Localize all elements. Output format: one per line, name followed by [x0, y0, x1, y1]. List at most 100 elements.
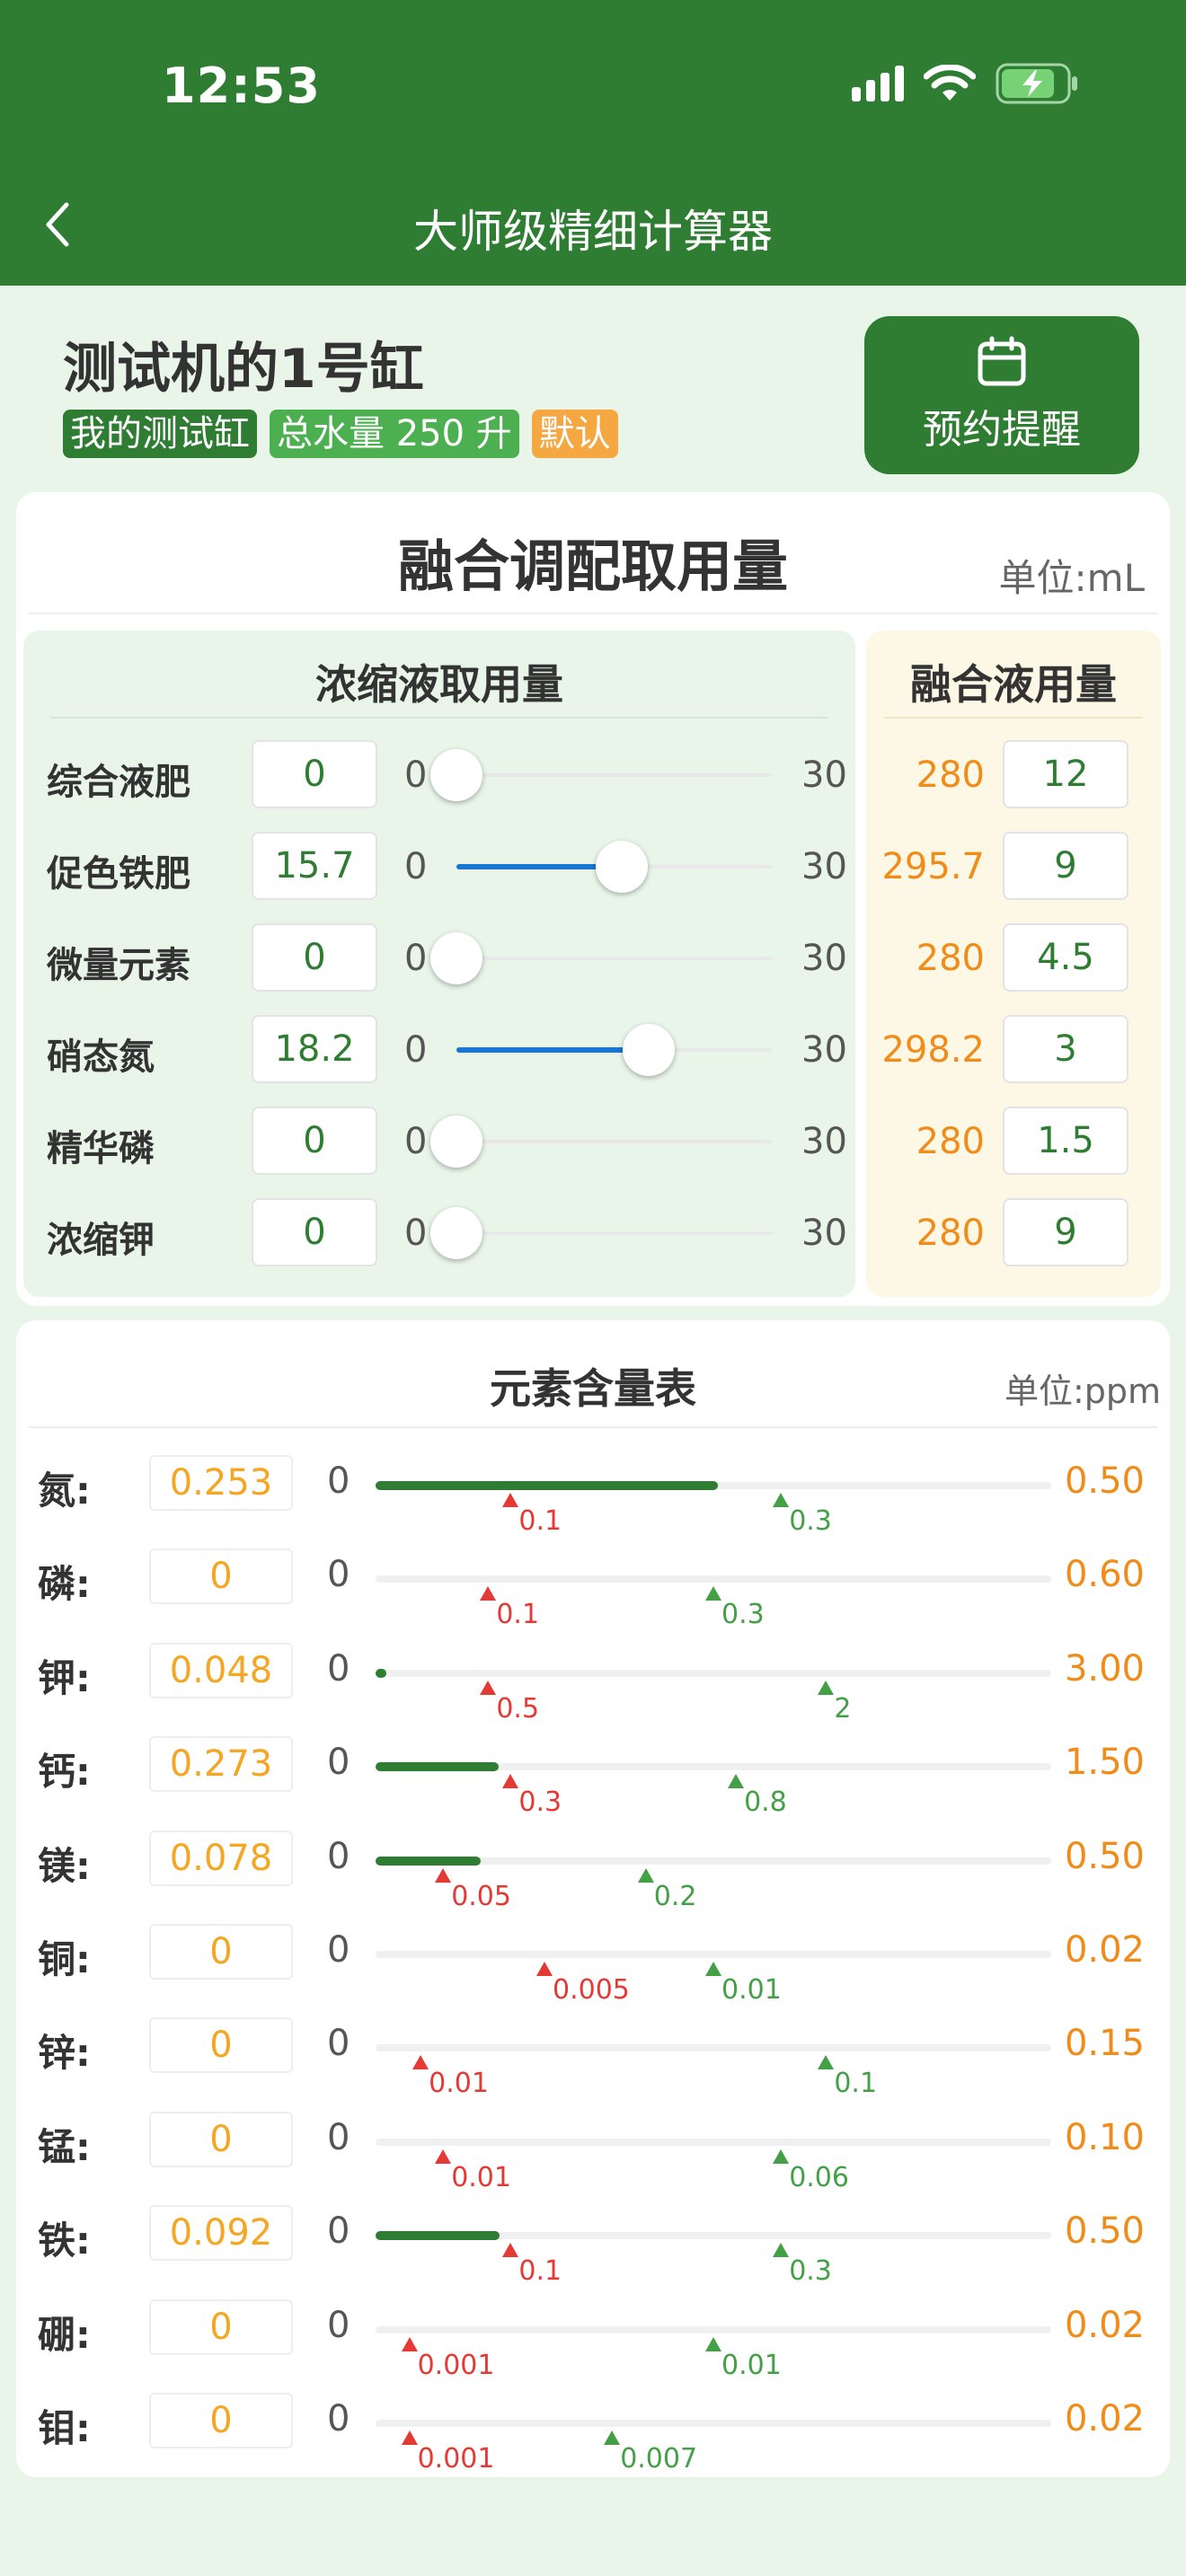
- slider-max-label: 30: [801, 1029, 847, 1071]
- element-label: 镁:: [38, 1843, 91, 1888]
- status-time: 12:53: [162, 57, 321, 114]
- fusion-total: 298.2: [881, 1029, 985, 1071]
- element-min-label: 0: [327, 2304, 350, 2346]
- element-low-marker: 0.001: [401, 2430, 494, 2475]
- page-title: 大师级精细计算器: [413, 206, 773, 258]
- element-max-label: 0.02: [1064, 2398, 1145, 2439]
- wifi-icon: [924, 65, 976, 102]
- element-label: 锰:: [38, 2124, 91, 2169]
- signal-icon: [852, 66, 904, 101]
- slider-track[interactable]: [456, 1231, 773, 1235]
- element-content-card: 元素含量表 单位:ppm 氮: 0.253 0 0.1 0.3 0.50 磷: 0 0 0.1 0.…: [16, 1320, 1170, 2477]
- element-value: 0.048: [149, 1642, 293, 1698]
- slider-min-label: 0: [404, 1029, 428, 1071]
- concentrate-value-input[interactable]: 0: [252, 1198, 377, 1266]
- element-low-marker: 0.1: [480, 1586, 539, 1630]
- concentrate-name: 浓缩钾: [47, 1220, 155, 1261]
- element-bar-fill: [376, 2231, 500, 2241]
- element-bar-track: [376, 2138, 1051, 2146]
- element-min-label: 0: [327, 1647, 350, 1689]
- fusion-row: 280 9: [866, 1196, 1161, 1268]
- fusion-row: 298.2 3: [866, 1013, 1161, 1085]
- element-bar-fill: [376, 1668, 387, 1678]
- fusion-total: 280: [916, 938, 985, 979]
- slider-track[interactable]: [456, 1140, 773, 1143]
- slider-thumb[interactable]: [622, 1024, 675, 1076]
- element-row: 氮: 0.253 0 0.1 0.3 0.50: [16, 1442, 1170, 1537]
- fusion-value-input[interactable]: 1.5: [1003, 1107, 1128, 1175]
- marker-label: 2: [834, 1692, 852, 1725]
- element-value: 0.273: [149, 1736, 293, 1793]
- element-low-marker: 0.3: [502, 1774, 562, 1818]
- element-min-label: 0: [327, 2116, 350, 2158]
- marker-label: 0.001: [417, 2443, 495, 2475]
- element-low-marker: 0.1: [502, 2243, 562, 2287]
- fusion-title: 融合调配取用量: [397, 534, 788, 599]
- concentrate-row: 综合液肥 0 0 30: [23, 738, 855, 810]
- element-label: 锌:: [38, 2031, 91, 2076]
- element-bar-track: [376, 1669, 1051, 1677]
- concentrate-name: 综合液肥: [47, 762, 190, 803]
- triangle-icon: [480, 1680, 497, 1695]
- element-max-label: 0.15: [1064, 2023, 1145, 2065]
- element-min-label: 0: [327, 1929, 350, 1971]
- element-max-label: 0.50: [1064, 2210, 1145, 2253]
- status-icons: [852, 63, 1078, 104]
- element-value: 0.078: [149, 1830, 293, 1886]
- concentrate-value-input[interactable]: 18.2: [252, 1015, 377, 1083]
- fusion-value-input[interactable]: 9: [1003, 1198, 1128, 1266]
- marker-label: 0.01: [721, 2349, 782, 2381]
- concentrate-value-input[interactable]: 0: [252, 1107, 377, 1175]
- element-bar-track: [376, 1575, 1051, 1584]
- marker-label: 0.05: [451, 1880, 511, 1912]
- element-row: 锌: 0 0 0.01 0.1 0.15: [16, 2005, 1170, 2099]
- concentrate-row: 微量元素 0 0 30: [23, 922, 855, 993]
- slider-thumb[interactable]: [430, 932, 482, 984]
- element-max-label: 0.02: [1064, 2304, 1145, 2346]
- triangle-icon: [705, 2336, 721, 2351]
- marker-label: 0.007: [620, 2443, 698, 2475]
- tank-tag-default: 默认: [531, 410, 618, 458]
- triangle-icon: [435, 2148, 452, 2164]
- slider-thumb[interactable]: [430, 1207, 482, 1259]
- slider-min-label: 0: [404, 846, 428, 887]
- element-low-marker: 0.5: [480, 1680, 539, 1725]
- element-value: 0.253: [149, 1455, 293, 1511]
- marker-label: 0.2: [653, 1880, 697, 1912]
- calendar-icon: [978, 336, 1026, 386]
- slider-track[interactable]: [456, 773, 773, 777]
- elements-unit: 单位:ppm: [1004, 1372, 1161, 1411]
- triangle-icon: [705, 1962, 721, 1976]
- slider-fill: [456, 1047, 649, 1053]
- slider-max-label: 30: [801, 938, 847, 979]
- marker-label: 0.3: [789, 2255, 832, 2288]
- fusion-header: 融合液用量: [910, 660, 1117, 709]
- concentrate-value-input[interactable]: 0: [252, 740, 377, 808]
- element-label: 钾:: [38, 1655, 91, 1700]
- slider-thumb[interactable]: [430, 749, 482, 801]
- element-high-marker: 0.007: [604, 2430, 697, 2475]
- fusion-panel: 融合液用量 280 12 295.7 9 280 4.5 298.2 3 280 1.5 280 9: [866, 631, 1161, 1297]
- fusion-total: 280: [916, 1213, 985, 1254]
- slider-track[interactable]: [456, 957, 773, 960]
- triangle-icon: [401, 2430, 418, 2445]
- fusion-value-input[interactable]: 4.5: [1003, 923, 1128, 992]
- slider-max-label: 30: [801, 1213, 847, 1254]
- slider-thumb[interactable]: [596, 841, 649, 893]
- triangle-icon: [705, 1586, 721, 1601]
- slider-max-label: 30: [801, 1121, 847, 1162]
- fusion-value-input[interactable]: 12: [1003, 740, 1128, 808]
- fusion-value-input[interactable]: 9: [1003, 832, 1128, 900]
- fusion-row: 295.7 9: [866, 830, 1161, 902]
- element-high-marker: 0.01: [705, 1962, 782, 2006]
- concentrate-value-input[interactable]: 0: [252, 923, 377, 992]
- tank-name: 测试机的1号缸: [63, 338, 424, 401]
- fusion-value-input[interactable]: 3: [1003, 1015, 1128, 1083]
- concentrate-value-input[interactable]: 15.7: [252, 832, 377, 900]
- element-min-label: 0: [327, 1554, 350, 1596]
- slider-thumb[interactable]: [430, 1116, 482, 1168]
- tank-tag-volume: 总水量 250 升: [270, 410, 519, 458]
- schedule-reminder-button[interactable]: 预约提醒: [864, 316, 1139, 474]
- element-row: 钙: 0.273 0 0.3 0.8 1.50: [16, 1724, 1170, 1818]
- element-bar-fill: [376, 1856, 482, 1866]
